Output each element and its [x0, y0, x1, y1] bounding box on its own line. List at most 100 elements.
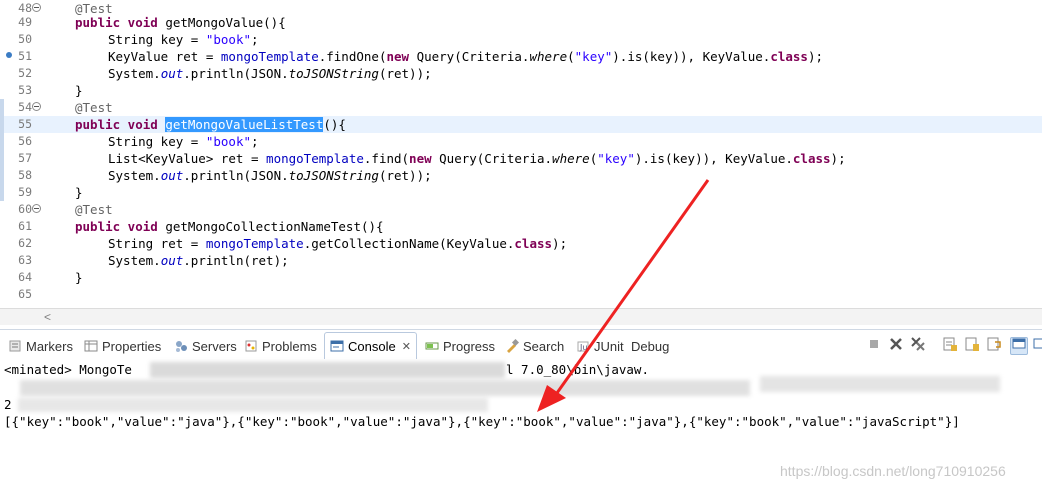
line-number: 63 — [18, 253, 32, 267]
line-gutter: 52 — [0, 65, 36, 82]
tab-markers[interactable]: Markers — [8, 335, 73, 357]
console-line-prefix: 2 — [4, 397, 12, 412]
clear-console-icon — [942, 336, 958, 357]
redacted-region — [760, 376, 1000, 392]
tab-servers[interactable]: Servers — [174, 335, 237, 357]
code-text: public void getMongoValue(){ — [75, 15, 286, 30]
line-number: 54 — [18, 100, 32, 114]
remove-all-launches-button[interactable] — [909, 336, 927, 357]
tab-properties[interactable]: Properties — [84, 335, 161, 357]
code-text: System.out.println(JSON.toJSONString(ret… — [108, 168, 432, 183]
code-line: 64 } — [0, 269, 1042, 286]
terminate-icon — [868, 337, 880, 355]
line-gutter: 51 — [0, 48, 36, 65]
line-number: 62 — [18, 236, 32, 250]
line-number: 50 — [18, 32, 32, 46]
code-line: 65 — [0, 286, 1042, 303]
code-line: 50 String key = "book"; — [0, 31, 1042, 48]
search-icon — [505, 338, 520, 353]
line-number: 58 — [18, 168, 32, 182]
line-number: 51 — [18, 49, 32, 63]
line-number: 59 — [18, 185, 32, 199]
tab-label: Search — [523, 338, 565, 354]
code-text: public void getMongoValueListTest(){ — [75, 117, 346, 132]
code-line-current: 55 public void getMongoValueListTest(){ — [0, 116, 1042, 133]
markers-icon — [8, 339, 22, 353]
code-text: public void getMongoCollectionNameTest()… — [75, 219, 384, 234]
remove-launch-icon — [889, 337, 903, 356]
breakpoint-icon[interactable] — [6, 52, 12, 58]
code-line: 60 @Test — [0, 201, 1042, 218]
scroll-lock-button[interactable] — [963, 337, 981, 355]
console-output-line: [{"key":"book","value":"java"},{"key":"b… — [4, 414, 960, 429]
line-number: 49 — [18, 15, 32, 29]
line-number: 55 — [18, 117, 32, 131]
close-icon[interactable]: ✕ — [402, 340, 411, 353]
tab-label: Properties — [102, 338, 162, 354]
code-text: System.out.println(JSON.toJSONString(ret… — [108, 66, 432, 81]
code-text: @Test — [75, 202, 113, 217]
word-wrap-button[interactable] — [985, 337, 1003, 355]
line-gutter: 62 — [0, 235, 36, 252]
tab-label: Debug — [631, 338, 670, 354]
line-gutter: 59 — [0, 184, 36, 201]
line-gutter: 57 — [0, 150, 36, 167]
line-number: 65 — [18, 287, 32, 301]
code-line: 61 public void getMongoCollectionNameTes… — [0, 218, 1042, 235]
display-console-button[interactable] — [1030, 337, 1042, 355]
fold-toggle-icon[interactable] — [32, 3, 41, 12]
code-line: 63 System.out.println(ret); — [0, 252, 1042, 269]
tab-debug[interactable]: Debug — [631, 335, 669, 357]
problems-icon — [244, 339, 258, 353]
fold-toggle-icon[interactable] — [32, 102, 41, 111]
view-tab-bar: Markers Properties Servers Problems Cons… — [0, 329, 1042, 360]
code-text: } — [75, 83, 83, 98]
tab-problems[interactable]: Problems — [244, 335, 317, 357]
properties-icon — [84, 339, 98, 353]
code-text: String key = "book"; — [108, 134, 259, 149]
code-line: 57 List<KeyValue> ret = mongoTemplate.fi… — [0, 150, 1042, 167]
redacted-region — [150, 362, 505, 378]
tab-label: Console — [348, 338, 396, 354]
line-gutter: 56 — [0, 133, 36, 150]
code-text: @Test — [75, 100, 113, 115]
line-number: 53 — [18, 83, 32, 97]
code-line: 58 System.out.println(JSON.toJSONString(… — [0, 167, 1042, 184]
line-gutter: 50 — [0, 31, 36, 48]
code-editor[interactable]: 48 @Test 49 public void getMongoValue(){… — [0, 0, 1042, 308]
clear-console-button[interactable] — [941, 337, 959, 355]
line-gutter: 61 — [0, 218, 36, 235]
line-number: 56 — [18, 134, 32, 148]
line-gutter: 53 — [0, 82, 36, 99]
code-line: 53 } — [0, 82, 1042, 99]
code-line: 51 KeyValue ret = mongoTemplate.findOne(… — [0, 48, 1042, 65]
remove-all-launches-icon — [910, 336, 926, 357]
scroll-lock-icon — [964, 336, 980, 357]
remove-launch-button[interactable] — [887, 337, 905, 355]
code-text: String ret = mongoTemplate.getCollection… — [108, 236, 568, 251]
scroll-left-arrow-icon[interactable]: < — [44, 309, 51, 325]
selected-text: getMongoValueListTest — [165, 117, 324, 132]
code-text: } — [75, 185, 83, 200]
servers-icon — [174, 339, 188, 353]
line-number: 61 — [18, 219, 32, 233]
svg-text:Ju: Ju — [579, 343, 587, 352]
code-line: 59 } — [0, 184, 1042, 201]
console-header: <minated> MongoTe — [4, 362, 132, 377]
terminate-button[interactable] — [865, 337, 883, 355]
code-line: 62 String ret = mongoTemplate.getCollect… — [0, 235, 1042, 252]
tab-progress[interactable]: Progress — [425, 335, 495, 357]
editor-horizontal-scrollbar[interactable]: < — [0, 308, 1042, 325]
pin-console-button[interactable] — [1010, 337, 1028, 355]
line-gutter: 64 — [0, 269, 36, 286]
tab-label: Markers — [26, 338, 73, 354]
tab-search[interactable]: Search — [505, 335, 564, 357]
line-number: 60 — [18, 202, 32, 216]
line-gutter: 60 — [0, 201, 36, 218]
tab-label: Servers — [192, 338, 237, 354]
fold-toggle-icon[interactable] — [32, 204, 41, 213]
tab-junit[interactable]: Ju JUnit — [576, 335, 624, 357]
code-line: 52 System.out.println(JSON.toJSONString(… — [0, 65, 1042, 82]
tab-console[interactable]: Console ✕ — [324, 332, 417, 359]
redacted-region — [20, 380, 750, 396]
